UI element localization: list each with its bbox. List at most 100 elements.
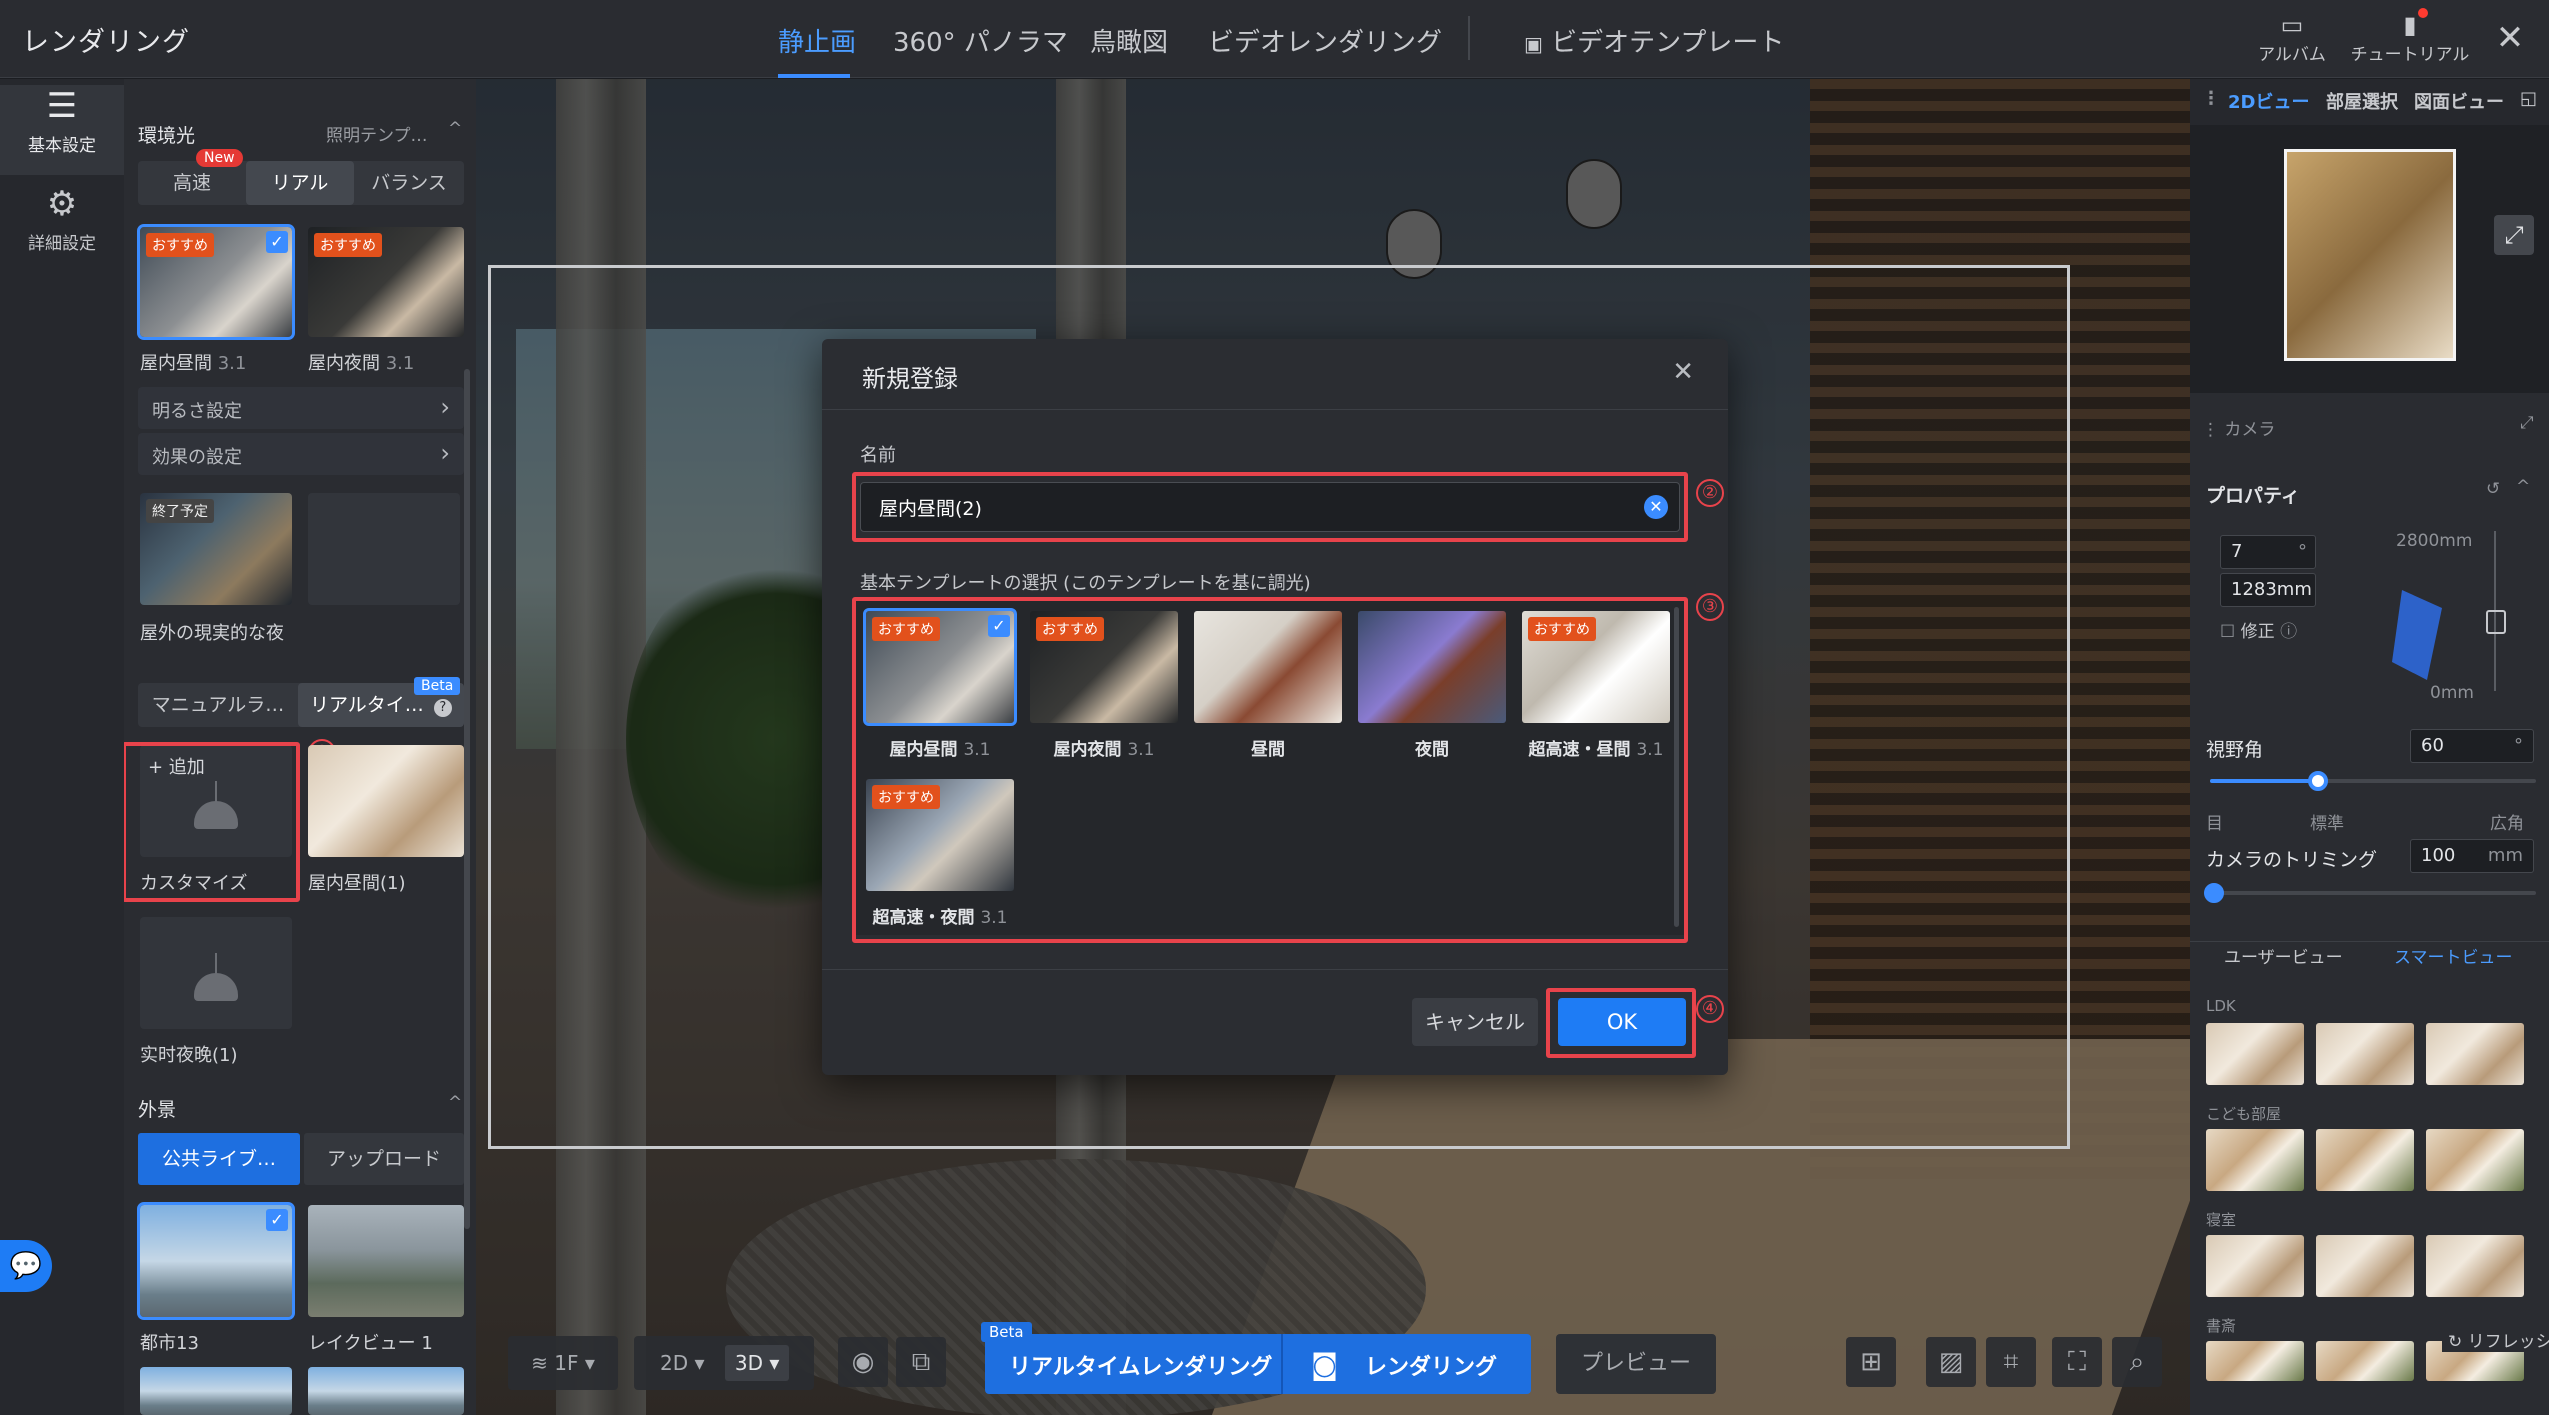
preset-version: 3.1 [385,353,415,374]
chevron-up-icon[interactable]: ^ [448,1093,462,1113]
trim-slider-knob[interactable] [2204,883,2224,903]
effects-settings-row[interactable]: 効果の設定 › [138,433,464,475]
mode-fast[interactable]: 高速 [138,161,246,205]
floor-selector[interactable]: ≋ 1F ▾ [508,1336,618,1390]
image-icon[interactable]: ▨ [1926,1337,1976,1387]
trim-input[interactable]: 100 mm [2410,839,2534,873]
tab-panorama[interactable]: 360° パノラマ [893,22,1068,59]
custom-item-realtime-night[interactable] [140,917,292,1029]
fov-input[interactable]: 60 ° [2410,729,2534,763]
help-icon[interactable]: ⓘ [2280,622,2297,642]
view-thumb[interactable] [2206,1341,2304,1381]
tab-still-image[interactable]: 静止画 [778,22,856,59]
tab-video-template[interactable]: ▣ ビデオテンプレート [1524,22,1784,59]
chat-icon[interactable]: 💬 [0,1240,52,1292]
correction-checkbox[interactable]: ☐ 修正 ⓘ [2220,617,2297,642]
brightness-settings-row[interactable]: 明るさ設定 › [138,387,464,429]
tutorial-button[interactable]: ▮ チュートリアル [2340,10,2480,70]
camera-marker-icon[interactable] [2486,610,2506,634]
bg-lake-view-1[interactable] [308,1205,464,1317]
view-thumb[interactable] [2426,1023,2524,1085]
properties-heading: プロパティ [2206,485,2300,507]
tab-user-view[interactable]: ユーザービュー [2224,943,2343,968]
check-icon: ✓ [266,1209,288,1231]
chevron-up-icon[interactable]: ^ [448,119,462,139]
env-light-heading: 環境光 [138,125,196,147]
expand-icon[interactable]: ⤢ [2520,413,2534,433]
section-divider [2190,941,2549,942]
close-icon[interactable]: ✕ [2488,16,2532,60]
empty-preset-slot [308,493,460,605]
zoom-icon[interactable]: ⌕ [2112,1337,2162,1387]
view-thumb[interactable] [2316,1235,2414,1297]
cancel-button[interactable]: キャンセル [1412,998,1538,1046]
mode-balance[interactable]: バランス [354,161,464,205]
left-panel-scrollbar[interactable] [464,369,470,1229]
tab-room-select[interactable]: 部屋選択 [2326,88,2398,114]
realtime-render-button[interactable]: リアルタイムレンダリング [1009,1349,1272,1381]
expand-icon[interactable]: ⤢ [2494,215,2534,255]
view-thumb[interactable] [2316,1023,2414,1085]
preview-button[interactable]: プレビュー [1556,1334,1716,1394]
refresh-button[interactable]: ↻ リフレッシ [2442,1327,2549,1352]
mode-manual[interactable]: マニュアルラ… [138,683,298,727]
check-icon: ✓ [266,231,288,253]
crop-icon[interactable]: ⌗ [1986,1337,2036,1387]
view-thumb[interactable] [2426,1129,2524,1191]
app-title: レンダリング [22,27,190,58]
bg-thumb-partial[interactable] [308,1367,464,1415]
tab-smart-view[interactable]: スマートビュー [2394,943,2513,968]
chevron-up-icon[interactable]: ^ [2516,477,2530,497]
view-2d-button[interactable]: 2D [660,1351,688,1375]
custom-item-caption: 实时夜晚(1) [140,1045,238,1066]
tab-2d-view[interactable]: 2Dビュー [2228,88,2309,114]
floor-label: 1F [554,1351,579,1375]
view-thumb[interactable] [2206,1129,2304,1191]
camera-label: カメラ [2224,420,2276,440]
preset-indoor-night[interactable]: おすすめ [308,227,464,337]
cube-icon[interactable]: ⧉ [896,1337,946,1387]
tab-video-rendering[interactable]: ビデオレンダリング [1208,22,1442,59]
marker-4: ④ [1696,995,1724,1023]
close-icon[interactable]: ✕ [1672,357,1694,387]
mode-real[interactable]: リアル [246,161,354,205]
preset-indoor-day[interactable]: おすすめ ✓ [137,224,295,340]
rail-detail-settings[interactable]: ⚙ 詳細設定 [0,183,124,273]
view-thumb[interactable] [2426,1235,2524,1297]
floor-plan-thumbnail[interactable] [2284,149,2456,361]
marker-2: ② [1696,479,1724,507]
help-icon[interactable]: ? [433,699,452,717]
view-thumb[interactable] [2206,1023,2304,1085]
trim-slider-track[interactable] [2210,891,2536,895]
bg-city-13[interactable]: ✓ [137,1202,295,1320]
tab-drawing-view[interactable]: 図面ビュー [2414,88,2504,114]
popout-icon[interactable]: ◱ [2520,88,2537,109]
bg-thumb-partial[interactable] [140,1367,292,1415]
lamp-icon [215,953,217,975]
bg-upload-tab[interactable]: アップロード [304,1133,464,1185]
beta-badge: Beta [414,677,461,695]
frame-icon[interactable]: ⊞ [1846,1337,1896,1387]
eye-icon[interactable]: ◉ [838,1337,888,1387]
drag-handle-icon[interactable]: ⋮ [2202,88,2220,109]
fov-label: 視野角 [2206,739,2264,761]
view-thumb[interactable] [2206,1235,2304,1297]
bg-public-library-tab[interactable]: 公共ライブ… [138,1133,300,1185]
minimap[interactable]: ⤢ [2190,125,2549,393]
view-thumb[interactable] [2316,1129,2414,1191]
rail-basic-settings[interactable]: ☰ 基本設定 [0,85,124,175]
bg-caption: 都市13 [140,1333,199,1354]
view-3d-button[interactable]: 3D ▾ [724,1345,790,1381]
highlight-box-3 [852,597,1688,943]
fov-slider-knob[interactable] [2307,771,2328,791]
render-button[interactable]: レンダリング [1365,1349,1497,1381]
custom-item-indoor-day[interactable] [308,745,464,857]
reset-icon[interactable]: ↺ [2486,479,2500,499]
preset-outdoor-night[interactable]: 終了予定 [140,493,292,605]
tab-birdseye[interactable]: 鳥瞰図 [1090,22,1168,59]
lighting-template-link[interactable]: 照明テンプ… [326,121,428,146]
camera-angle-input[interactable]: 7 ° [2220,535,2316,569]
fullscreen-icon[interactable]: ⛶ [2052,1337,2102,1387]
camera-height-input[interactable]: 1283mm [2220,573,2316,607]
view-thumb[interactable] [2316,1341,2414,1381]
